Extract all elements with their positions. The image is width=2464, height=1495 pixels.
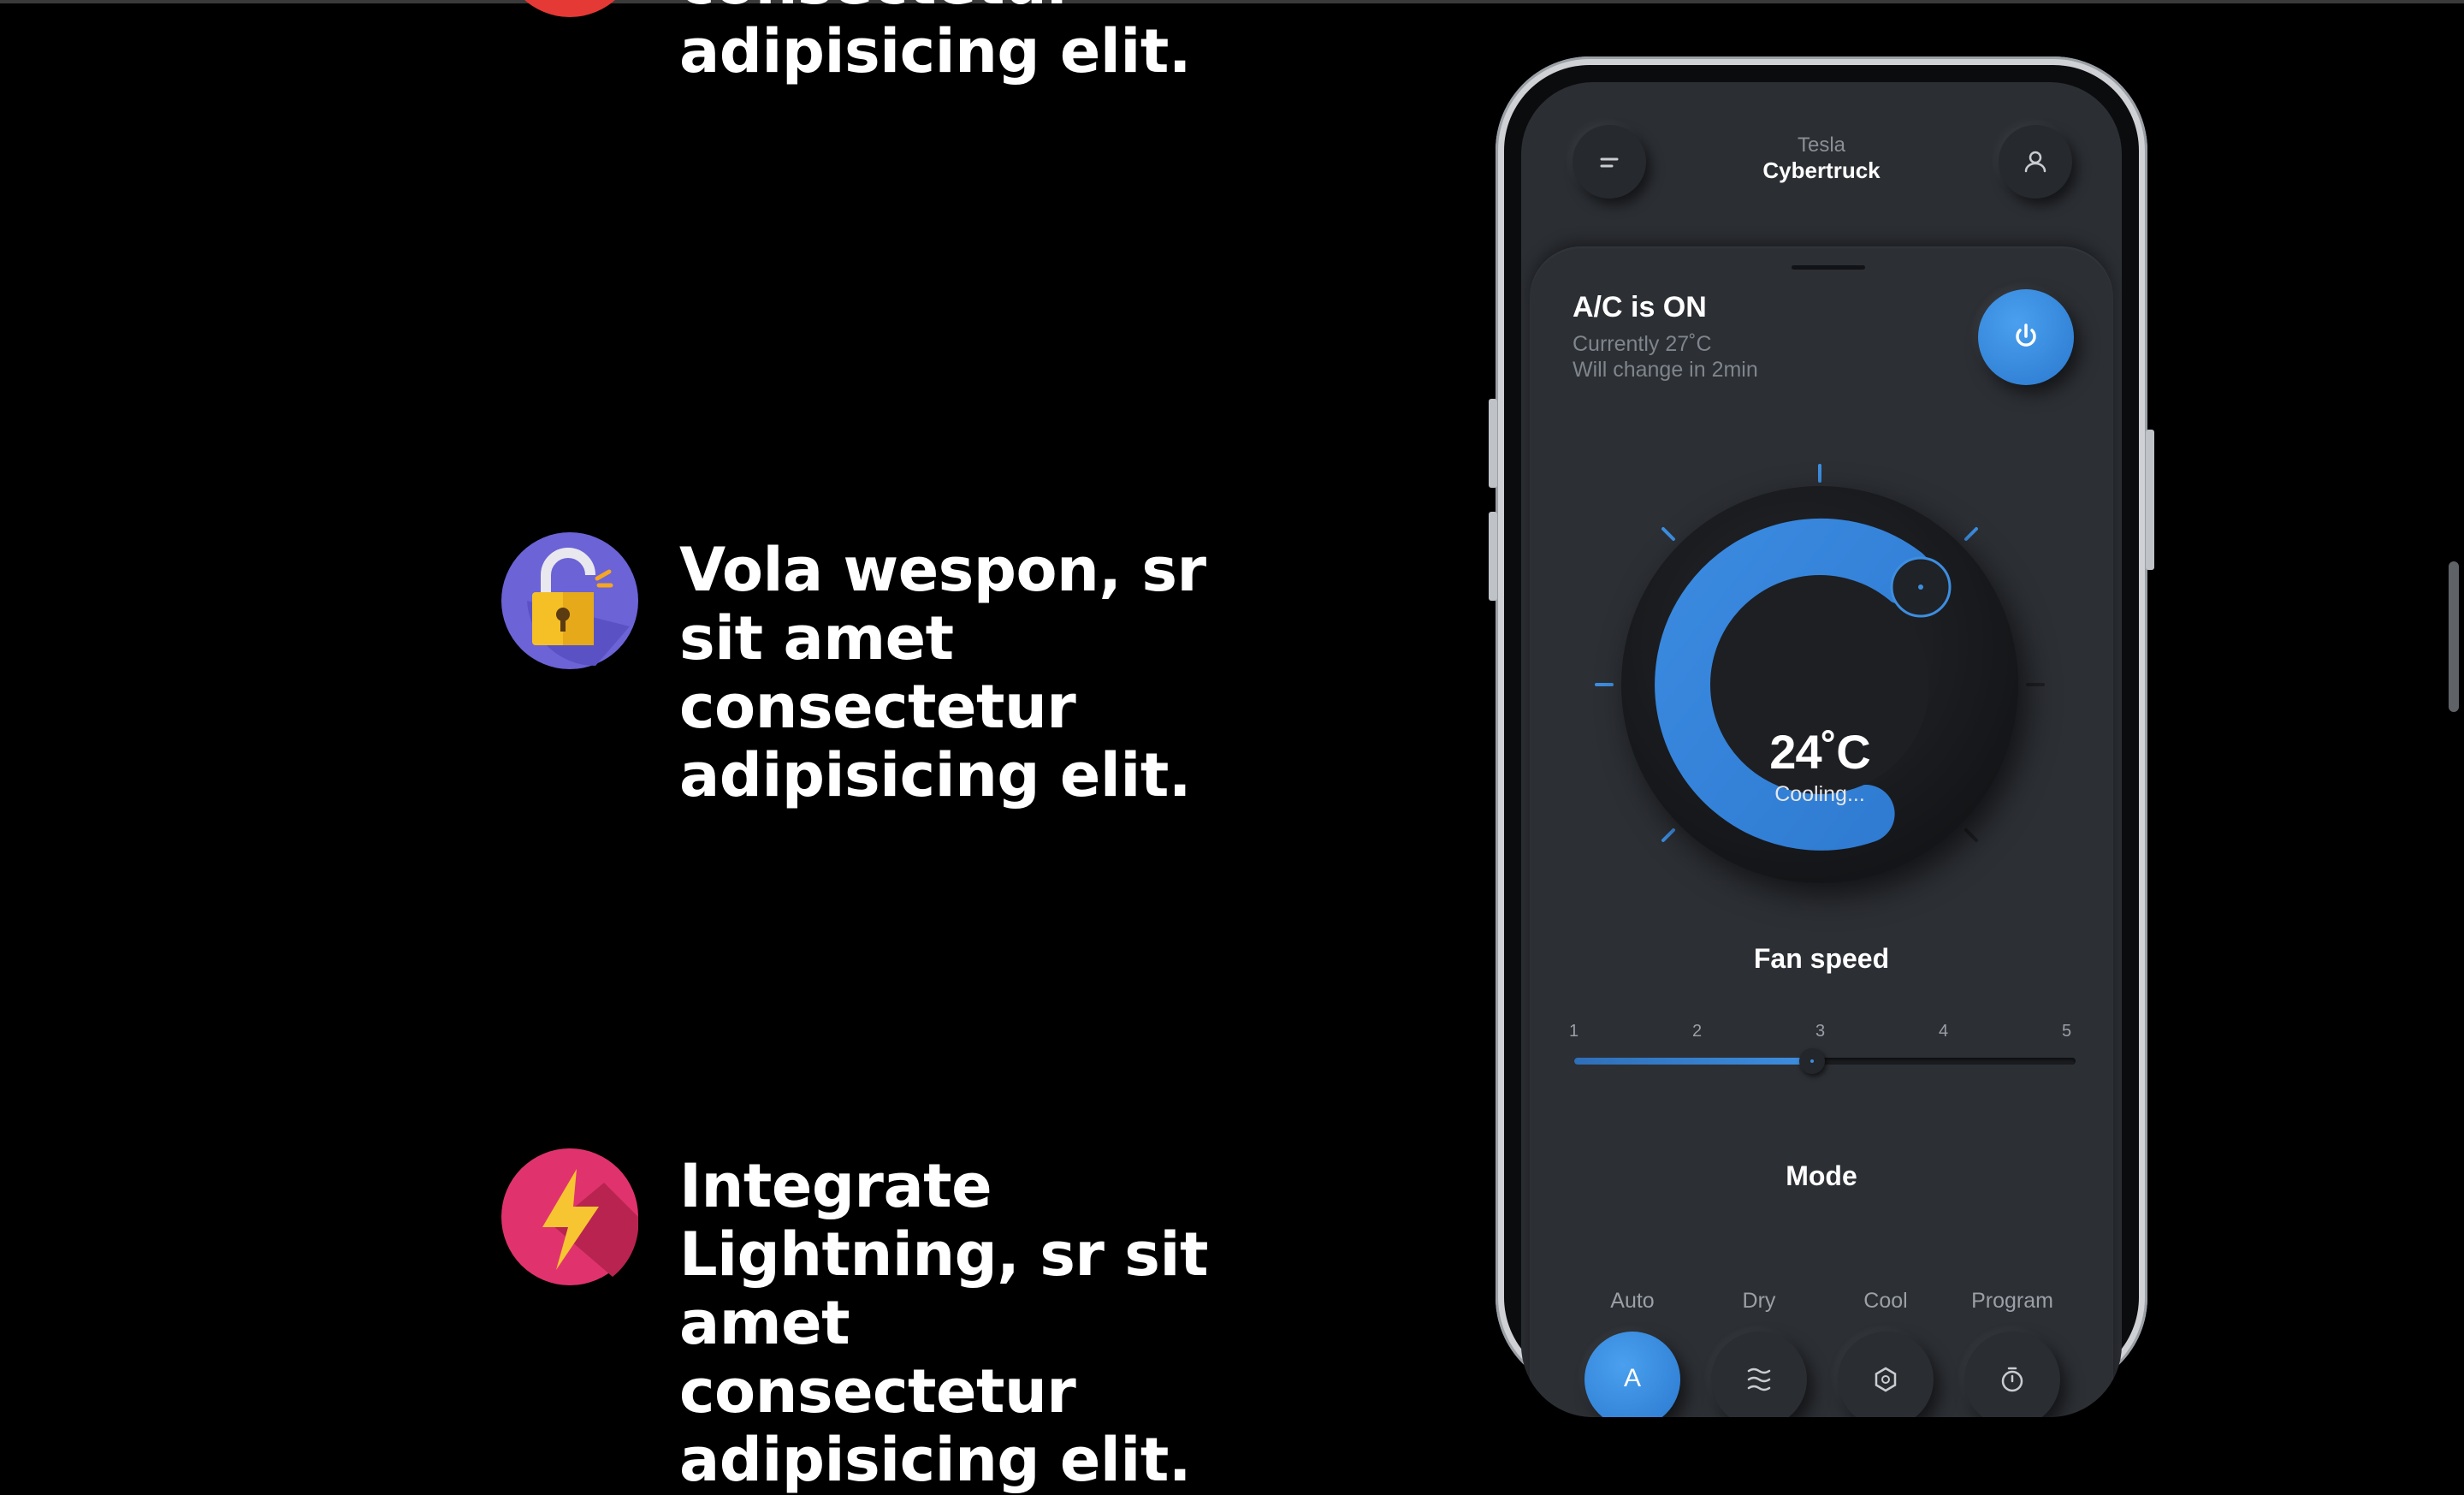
temperature-status: Cooling... <box>1774 782 1865 806</box>
climate-panel: A/C is ON Currently 27˚C Will change in … <box>1530 246 2113 1417</box>
phone-side-button <box>1489 399 1497 488</box>
fan-speed-slider[interactable] <box>1574 1048 2076 1074</box>
mode-program-button[interactable] <box>1964 1332 2060 1417</box>
mode-label-cool: Cool <box>1863 1289 1908 1313</box>
mode-dry-button[interactable] <box>1711 1332 1807 1417</box>
page-scrollbar[interactable] <box>2449 561 2459 712</box>
mode-label-auto: Auto <box>1610 1289 1655 1313</box>
fan-speed-fill <box>1574 1058 1813 1065</box>
fan-scale-1: 1 <box>1569 1022 1579 1041</box>
unlock-icon <box>501 532 638 669</box>
mode-cool-button[interactable] <box>1838 1332 1934 1417</box>
mode-label-program: Program <box>1971 1289 2053 1313</box>
profile-button[interactable] <box>1999 125 2072 199</box>
browser-top-edge <box>0 0 2464 3</box>
fan-speed-title: Fan speed <box>1753 943 1890 974</box>
timer-icon <box>2001 1367 2023 1392</box>
cool-icon <box>1875 1367 1897 1392</box>
mode-title: Mode <box>1786 1160 1857 1191</box>
user-icon <box>2024 151 2046 173</box>
fan-scale-3: 3 <box>1815 1022 1826 1041</box>
temperature-value: 24˚C <box>1769 725 1870 779</box>
dry-icon <box>1747 1367 1771 1391</box>
fan-scale-5: 5 <box>2062 1022 2072 1041</box>
fan-speed-thumb[interactable] <box>1799 1048 1826 1074</box>
lightning-icon <box>501 1148 638 1285</box>
feature-text: sr sit amet consectetur adipisicing elit… <box>679 0 1191 86</box>
target-icon <box>501 0 638 17</box>
mode-auto-button[interactable]: A <box>1584 1332 1680 1417</box>
feature-text: Vola wespon, sr sit amet consectetur adi… <box>679 535 1206 810</box>
temperature-dial[interactable] <box>1530 246 2113 948</box>
phone-side-button <box>2146 430 2154 570</box>
mode-label-dry: Dry <box>1742 1289 1776 1313</box>
feature-text: Integrate Lightning, sr sit amet consect… <box>679 1151 1208 1495</box>
phone-side-button <box>1489 512 1497 601</box>
fan-scale-4: 4 <box>1939 1022 1949 1041</box>
app-screen: Tesla Cybertruck A/C is ON Currently 27˚… <box>1521 82 2122 1417</box>
fan-scale-2: 2 <box>1692 1022 1703 1041</box>
auto-icon: A <box>1623 1364 1641 1392</box>
